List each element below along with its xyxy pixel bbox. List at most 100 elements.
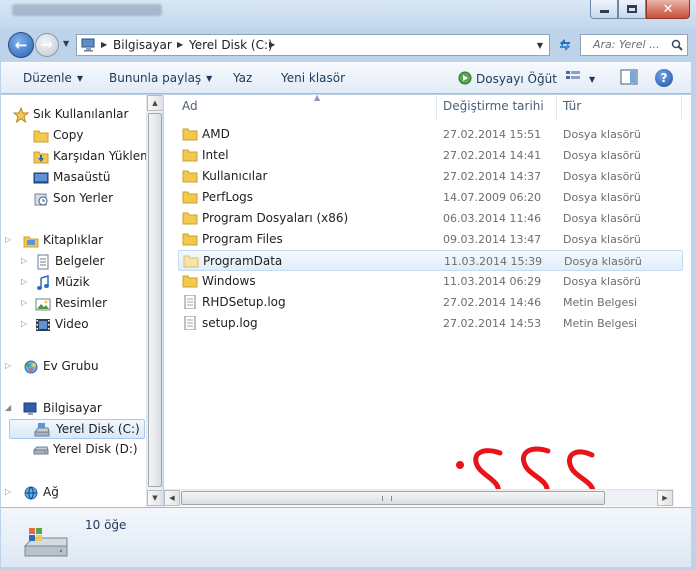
sidebar-item-music[interactable]: Müzik: [35, 273, 151, 293]
column-header-name[interactable]: Ad ▲: [176, 95, 437, 119]
maximize-button[interactable]: [618, 0, 646, 19]
sidebar-item-recent-places[interactable]: Son Yerler: [33, 189, 151, 209]
sidebar-item-local-disk-c[interactable]: Yerel Disk (C:): [9, 419, 145, 439]
recent-pages-dropdown[interactable]: ▼: [63, 39, 73, 49]
file-name: Kullanıcılar: [202, 169, 268, 183]
scroll-right-button[interactable]: ▶: [657, 490, 673, 506]
sidebar-computer[interactable]: Bilgisayar: [23, 399, 143, 419]
file-row[interactable]: Program Files 09.03.2014 13:47 Dosya klasö…: [178, 229, 683, 250]
sidebar-libraries[interactable]: Kitaplıklar: [23, 231, 143, 251]
share-with-menu[interactable]: Bununla paylaş ▼: [109, 71, 212, 85]
help-button[interactable]: ?: [655, 69, 673, 87]
sidebar-item-downloads[interactable]: Karşıdan Yüklem: [33, 147, 152, 167]
file-type: Dosya klasörü: [564, 255, 642, 268]
search-box[interactable]: Ara: Yerel ...: [580, 34, 688, 56]
sidebar-item-videos[interactable]: Video: [35, 315, 151, 335]
file-type: Dosya klasörü: [563, 191, 641, 204]
organize-menu[interactable]: Düzenle ▼: [23, 71, 83, 85]
window-title-blurred: [12, 4, 162, 16]
sidebar-item-pictures[interactable]: Resimler: [35, 294, 151, 314]
file-name: Program Files: [202, 232, 283, 246]
file-date: 06.03.2014 11:46: [443, 212, 542, 225]
expand-arrow-icon[interactable]: ▷: [21, 319, 27, 328]
breadcrumb-separator[interactable]: ▶: [269, 40, 275, 49]
scroll-thumb[interactable]: [181, 491, 605, 505]
folder-icon: [182, 170, 198, 183]
minimize-button[interactable]: [590, 0, 618, 19]
file-name: PerfLogs: [202, 190, 254, 204]
refresh-button[interactable]: [553, 34, 577, 56]
file-row[interactable]: RHDSetup.log 27.02.2014 14:46 Metin Belges…: [178, 292, 683, 313]
scroll-left-button[interactable]: ◀: [164, 490, 180, 506]
file-row[interactable]: setup.log 27.02.2014 14:53 Metin Belgesi: [178, 313, 683, 334]
address-bar[interactable]: ▶ Bilgisayar ▶ Yerel Disk (C:) ▶ ▼: [76, 34, 550, 56]
column-header-size[interactable]: [682, 95, 691, 119]
collapse-arrow-icon[interactable]: ◢: [5, 403, 11, 412]
maximize-icon: [627, 5, 637, 13]
sidebar-item-local-disk-d[interactable]: Yerel Disk (D:): [33, 440, 151, 460]
search-icon[interactable]: [671, 39, 683, 51]
sidebar-favorites-label: Sık Kullanılanlar: [33, 107, 129, 121]
scroll-up-button[interactable]: ▲: [147, 95, 162, 111]
local-disk-icon: [23, 528, 68, 557]
sidebar-item-desktop[interactable]: Masaüstü: [33, 168, 151, 188]
horizontal-scrollbar[interactable]: ◀ ▶: [164, 489, 674, 506]
breadcrumb-local-disk[interactable]: Yerel Disk (C:): [189, 38, 273, 52]
file-row[interactable]: PerfLogs 14.07.2009 06:20 Dosya klasörü: [178, 187, 683, 208]
expand-arrow-icon[interactable]: ▷: [5, 487, 11, 496]
file-row[interactable]: Kullanıcılar 27.02.2014 14:37 Dosya klasör…: [178, 166, 683, 187]
file-row[interactable]: AMD 27.02.2014 15:51 Dosya klasörü: [178, 124, 683, 145]
file-row[interactable]: ProgramData 11.03.2014 15:39 Dosya klasörü: [178, 250, 683, 271]
close-button[interactable]: ✕: [646, 0, 690, 19]
file-row[interactable]: Windows 11.03.2014 06:29 Dosya klasörü: [178, 271, 683, 292]
navigation-scrollbar[interactable]: ▲ ▼: [146, 95, 162, 507]
folder-icon: [182, 275, 198, 288]
address-dropdown[interactable]: ▼: [533, 37, 547, 53]
file-type: Dosya klasörü: [563, 212, 641, 225]
search-input[interactable]: Ara: Yerel ...: [593, 38, 660, 51]
change-view-button[interactable]: ▼: [565, 69, 595, 86]
preview-pane-button[interactable]: [620, 69, 638, 88]
expand-arrow-icon[interactable]: ▷: [21, 256, 27, 265]
scroll-down-button[interactable]: ▼: [147, 490, 162, 506]
music-icon: [37, 275, 49, 290]
play-button[interactable]: Dosyayı Öğüt: [458, 71, 557, 86]
file-row[interactable]: Program Dosyaları (x86) 06.03.2014 11:46 D…: [178, 208, 683, 229]
documents-icon: [37, 254, 49, 270]
file-row[interactable]: Intel 27.02.2014 14:41 Dosya klasörü: [178, 145, 683, 166]
file-date: 14.07.2009 06:20: [443, 191, 542, 204]
forward-arrow-icon: →: [41, 37, 53, 53]
navigation-pane: Sık Kullanılanlar Copy Karşıdan Yüklem M…: [1, 95, 163, 507]
burn-button[interactable]: Yaz: [233, 71, 252, 85]
chevron-down-icon: ▼: [206, 74, 213, 83]
column-header-type[interactable]: Tür: [557, 95, 682, 119]
homegroup-icon: [24, 360, 38, 374]
sidebar-item-documents[interactable]: Belgeler: [35, 252, 151, 272]
folder-icon: [182, 233, 198, 246]
back-button[interactable]: ←: [8, 32, 34, 58]
expand-arrow-icon[interactable]: ▷: [21, 298, 27, 307]
breadcrumb-separator[interactable]: ▶: [177, 40, 183, 49]
file-list-pane: Ad ▲ Değiştirme tarihi Tür AMD 27.02.2014…: [164, 95, 691, 507]
expand-arrow-icon[interactable]: ▷: [5, 361, 11, 370]
back-arrow-icon: ←: [14, 36, 28, 54]
sidebar-favorites[interactable]: Sık Kullanılanlar: [13, 105, 143, 125]
downloads-folder-icon: [33, 151, 49, 164]
sidebar-item-label: Son Yerler: [53, 191, 114, 205]
sidebar-homegroup-label: Ev Grubu: [43, 359, 99, 373]
sidebar-network[interactable]: Ağ: [23, 483, 143, 503]
scroll-thumb[interactable]: [148, 113, 162, 487]
recent-places-icon: [34, 193, 48, 206]
sidebar-item-copy[interactable]: Copy: [33, 126, 151, 146]
expand-arrow-icon[interactable]: ▷: [5, 235, 11, 244]
breadcrumb-separator[interactable]: ▶: [101, 40, 107, 49]
file-type: Dosya klasörü: [563, 149, 641, 162]
sidebar-homegroup[interactable]: Ev Grubu: [23, 357, 143, 377]
expand-arrow-icon[interactable]: ▷: [21, 277, 27, 286]
breadcrumb-computer[interactable]: Bilgisayar: [113, 38, 172, 52]
desktop-icon: [33, 172, 49, 184]
details-pane: 10 öğe: [1, 507, 691, 567]
forward-button[interactable]: →: [35, 33, 59, 57]
new-folder-button[interactable]: Yeni klasör: [281, 71, 345, 85]
column-header-date[interactable]: Değiştirme tarihi: [437, 95, 557, 119]
